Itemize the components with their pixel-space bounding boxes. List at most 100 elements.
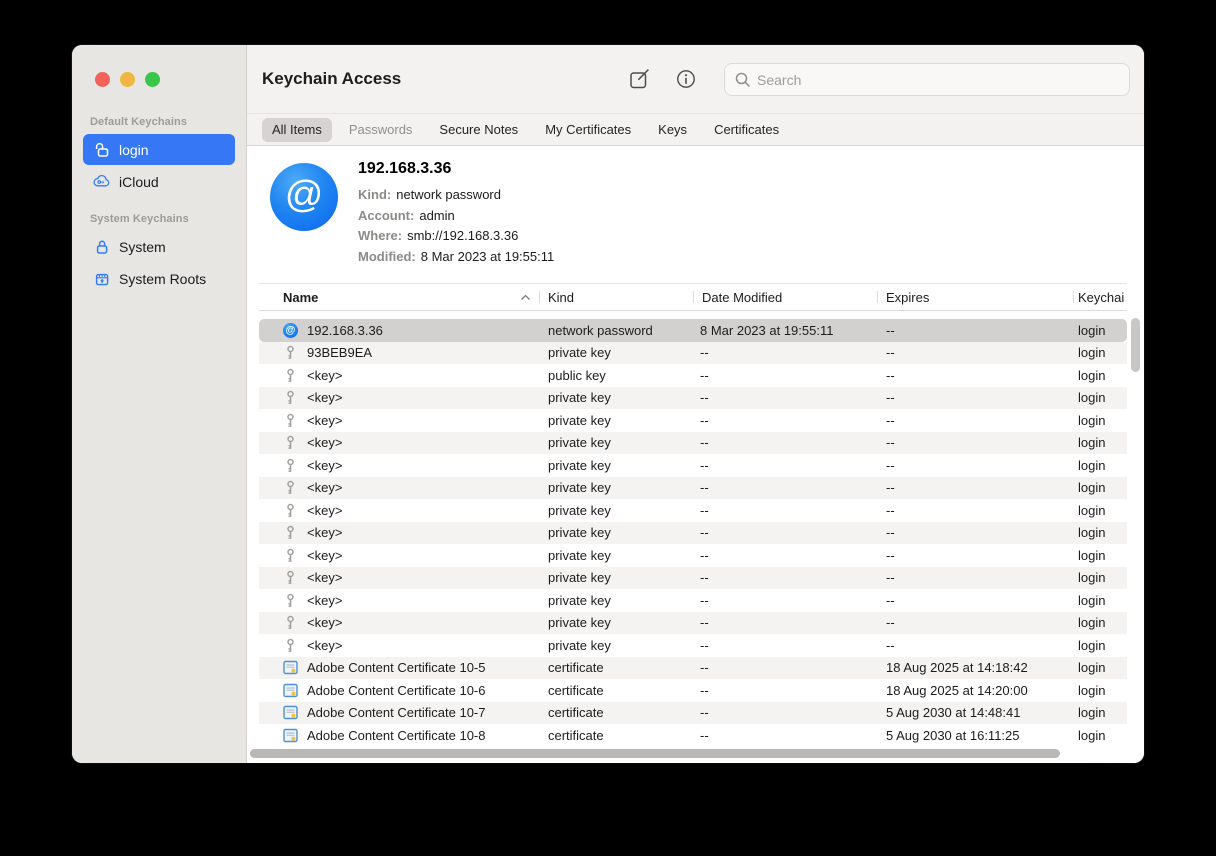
sidebar-item-system-roots[interactable]: System Roots (83, 263, 235, 294)
column-header-name[interactable]: Name (259, 284, 539, 310)
row-expires: -- (877, 323, 1073, 338)
category-tab-bar: All Items Passwords Secure Notes My Cert… (247, 113, 1144, 146)
search-input[interactable] (757, 72, 1120, 88)
row-kind: private key (539, 615, 693, 630)
detail-field-label: Account: (358, 208, 414, 223)
at-icon: @ (283, 323, 298, 338)
table-row[interactable]: <key> private key -- -- login (259, 612, 1127, 635)
table-row[interactable]: <key> private key -- -- login (259, 634, 1127, 657)
sidebar-section-default-keychains: Default Keychains (83, 116, 235, 128)
row-date-modified: -- (693, 345, 877, 360)
row-date-modified: -- (693, 525, 877, 540)
table-row[interactable]: <key> private key -- -- login (259, 522, 1127, 545)
row-kind: certificate (539, 705, 693, 720)
row-expires: -- (877, 390, 1073, 405)
column-header-expires[interactable]: Expires (877, 284, 1073, 310)
tab[interactable]: Keys (648, 118, 697, 142)
search-field (724, 63, 1130, 96)
info-button[interactable] (675, 68, 697, 90)
row-date-modified: 8 Mar 2023 at 19:55:11 (693, 323, 877, 338)
table-row[interactable]: Adobe Content Certificate 10-8 certifica… (259, 724, 1127, 747)
row-keychain: login (1073, 503, 1127, 518)
item-detail-header: @ 192.168.3.36 Kind:network password Acc… (247, 146, 1144, 283)
row-kind: private key (539, 390, 693, 405)
row-keychain: login (1073, 615, 1127, 630)
column-header-date-modified[interactable]: Date Modified (693, 284, 877, 310)
row-date-modified: -- (693, 435, 877, 450)
table-row[interactable]: <key> private key -- -- login (259, 589, 1127, 612)
keychain-items-table: @ 192.168.3.36 network password 8 Mar 20… (259, 319, 1127, 747)
table-row[interactable]: Adobe Content Certificate 10-5 certifica… (259, 657, 1127, 680)
row-kind: certificate (539, 728, 693, 743)
sidebar-item-system[interactable]: System (83, 231, 235, 262)
unlocked-padlock-icon (92, 140, 111, 159)
table-row[interactable]: <key> private key -- -- login (259, 499, 1127, 522)
row-kind: private key (539, 593, 693, 608)
row-name: <key> (307, 435, 342, 450)
column-header-kind[interactable]: Kind (539, 284, 693, 310)
table-row[interactable]: Adobe Content Certificate 10-6 certifica… (259, 679, 1127, 702)
row-expires: -- (877, 525, 1073, 540)
row-expires: -- (877, 435, 1073, 450)
key-icon (283, 593, 298, 608)
row-expires: -- (877, 345, 1073, 360)
row-kind: public key (539, 368, 693, 383)
table-row[interactable]: <key> public key -- -- login (259, 364, 1127, 387)
minimize-window-button[interactable] (120, 72, 135, 87)
tab[interactable]: Passwords (339, 118, 423, 142)
row-keychain: login (1073, 728, 1127, 743)
table-row[interactable]: @ 192.168.3.36 network password 8 Mar 20… (259, 319, 1127, 342)
vertical-scrollbar-thumb[interactable] (1131, 318, 1140, 372)
horizontal-scrollbar-thumb[interactable] (250, 749, 1060, 758)
close-window-button[interactable] (95, 72, 110, 87)
tab[interactable]: Secure Notes (429, 118, 528, 142)
row-kind: private key (539, 548, 693, 563)
row-kind: private key (539, 458, 693, 473)
column-header-keychain[interactable]: Keychai (1073, 284, 1127, 310)
row-name: <key> (307, 390, 342, 405)
key-icon (283, 525, 298, 540)
row-keychain: login (1073, 593, 1127, 608)
table-row[interactable]: 93BEB9EA private key -- -- login (259, 342, 1127, 365)
row-kind: network password (539, 323, 693, 338)
row-kind: certificate (539, 660, 693, 675)
detail-field-value: smb://192.168.3.36 (407, 228, 518, 243)
detail-field-value: admin (419, 208, 454, 223)
row-keychain: login (1073, 638, 1127, 653)
row-name: <key> (307, 458, 342, 473)
sidebar-item-login[interactable]: login (83, 134, 235, 165)
key-icon (283, 390, 298, 405)
table-row[interactable]: <key> private key -- -- login (259, 567, 1127, 590)
detail-title: 192.168.3.36 (358, 160, 554, 178)
tab[interactable]: My Certificates (535, 118, 641, 142)
detail-field: Account: admin (358, 206, 554, 227)
table-row[interactable]: <key> private key -- -- login (259, 477, 1127, 500)
row-name: <key> (307, 525, 342, 540)
table-row[interactable]: <key> private key -- -- login (259, 387, 1127, 410)
zoom-window-button[interactable] (145, 72, 160, 87)
titlebar: Keychain Access (247, 45, 1144, 113)
table-row[interactable]: <key> private key -- -- login (259, 432, 1127, 455)
detail-field-label: Where: (358, 228, 402, 243)
row-expires: -- (877, 570, 1073, 585)
compose-button[interactable] (628, 68, 650, 90)
row-expires: -- (877, 413, 1073, 428)
row-expires: 5 Aug 2030 at 14:48:41 (877, 705, 1073, 720)
key-icon (283, 615, 298, 630)
table-row[interactable]: <key> private key -- -- login (259, 544, 1127, 567)
detail-field-label: Kind: (358, 187, 391, 202)
table-row[interactable]: Adobe Content Certificate 10-7 certifica… (259, 702, 1127, 725)
detail-field: Where: smb://192.168.3.36 (358, 226, 554, 247)
tab[interactable]: Certificates (704, 118, 789, 142)
row-date-modified: -- (693, 638, 877, 653)
sidebar-item-icloud[interactable]: iCloud (83, 166, 235, 197)
padlock-icon (92, 237, 111, 256)
table-row[interactable]: <key> private key -- -- login (259, 454, 1127, 477)
row-expires: -- (877, 548, 1073, 563)
key-icon (283, 345, 298, 360)
vault-icon (92, 269, 111, 288)
table-row[interactable]: <key> private key -- -- login (259, 409, 1127, 432)
tab[interactable]: All Items (262, 118, 332, 142)
row-name: 93BEB9EA (307, 345, 372, 360)
row-name: Adobe Content Certificate 10-5 (307, 660, 486, 675)
